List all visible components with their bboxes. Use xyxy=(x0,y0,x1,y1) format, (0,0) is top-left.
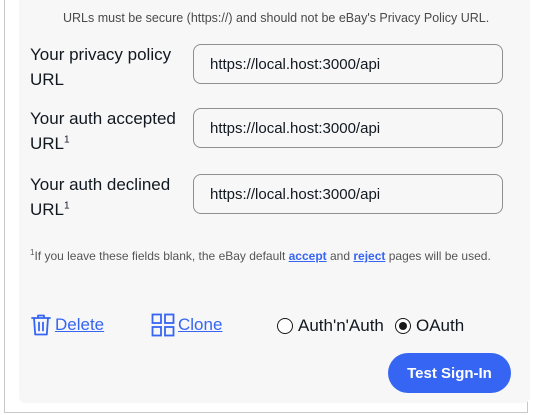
auth-declined-url-input[interactable] xyxy=(193,174,503,214)
auth-accepted-url-input[interactable] xyxy=(193,108,503,148)
accept-page-link[interactable]: accept xyxy=(289,249,327,263)
delete-button[interactable]: Delete xyxy=(30,313,104,337)
auth-n-auth-radio[interactable] xyxy=(277,318,293,334)
default-pages-footnote: 1If you leave these fields blank, the eB… xyxy=(30,248,491,263)
oauth-option[interactable]: OAuth xyxy=(395,316,464,336)
test-sign-in-button[interactable]: Test Sign-In xyxy=(388,353,511,393)
reject-page-link[interactable]: reject xyxy=(353,249,385,263)
auth-declined-url-label: Your auth declined URL1 xyxy=(30,175,171,219)
url-requirements-hint: URLs must be secure (https://) and shoul… xyxy=(63,11,490,25)
footnote-marker: 1 xyxy=(64,134,70,146)
privacy-policy-url-label: Your privacy policy URL xyxy=(30,45,172,89)
auth-n-auth-option[interactable]: Auth'n'Auth xyxy=(277,316,384,336)
radio-selected-dot xyxy=(399,322,407,330)
footnote-marker: 1 xyxy=(64,200,70,212)
clone-button[interactable]: Clone xyxy=(151,313,222,337)
auth-accepted-url-label: Your auth accepted URL1 xyxy=(30,109,176,153)
oauth-radio[interactable] xyxy=(395,318,411,334)
trash-icon xyxy=(30,313,52,337)
privacy-policy-url-input[interactable] xyxy=(193,44,503,84)
grid-copy-icon xyxy=(151,313,175,337)
